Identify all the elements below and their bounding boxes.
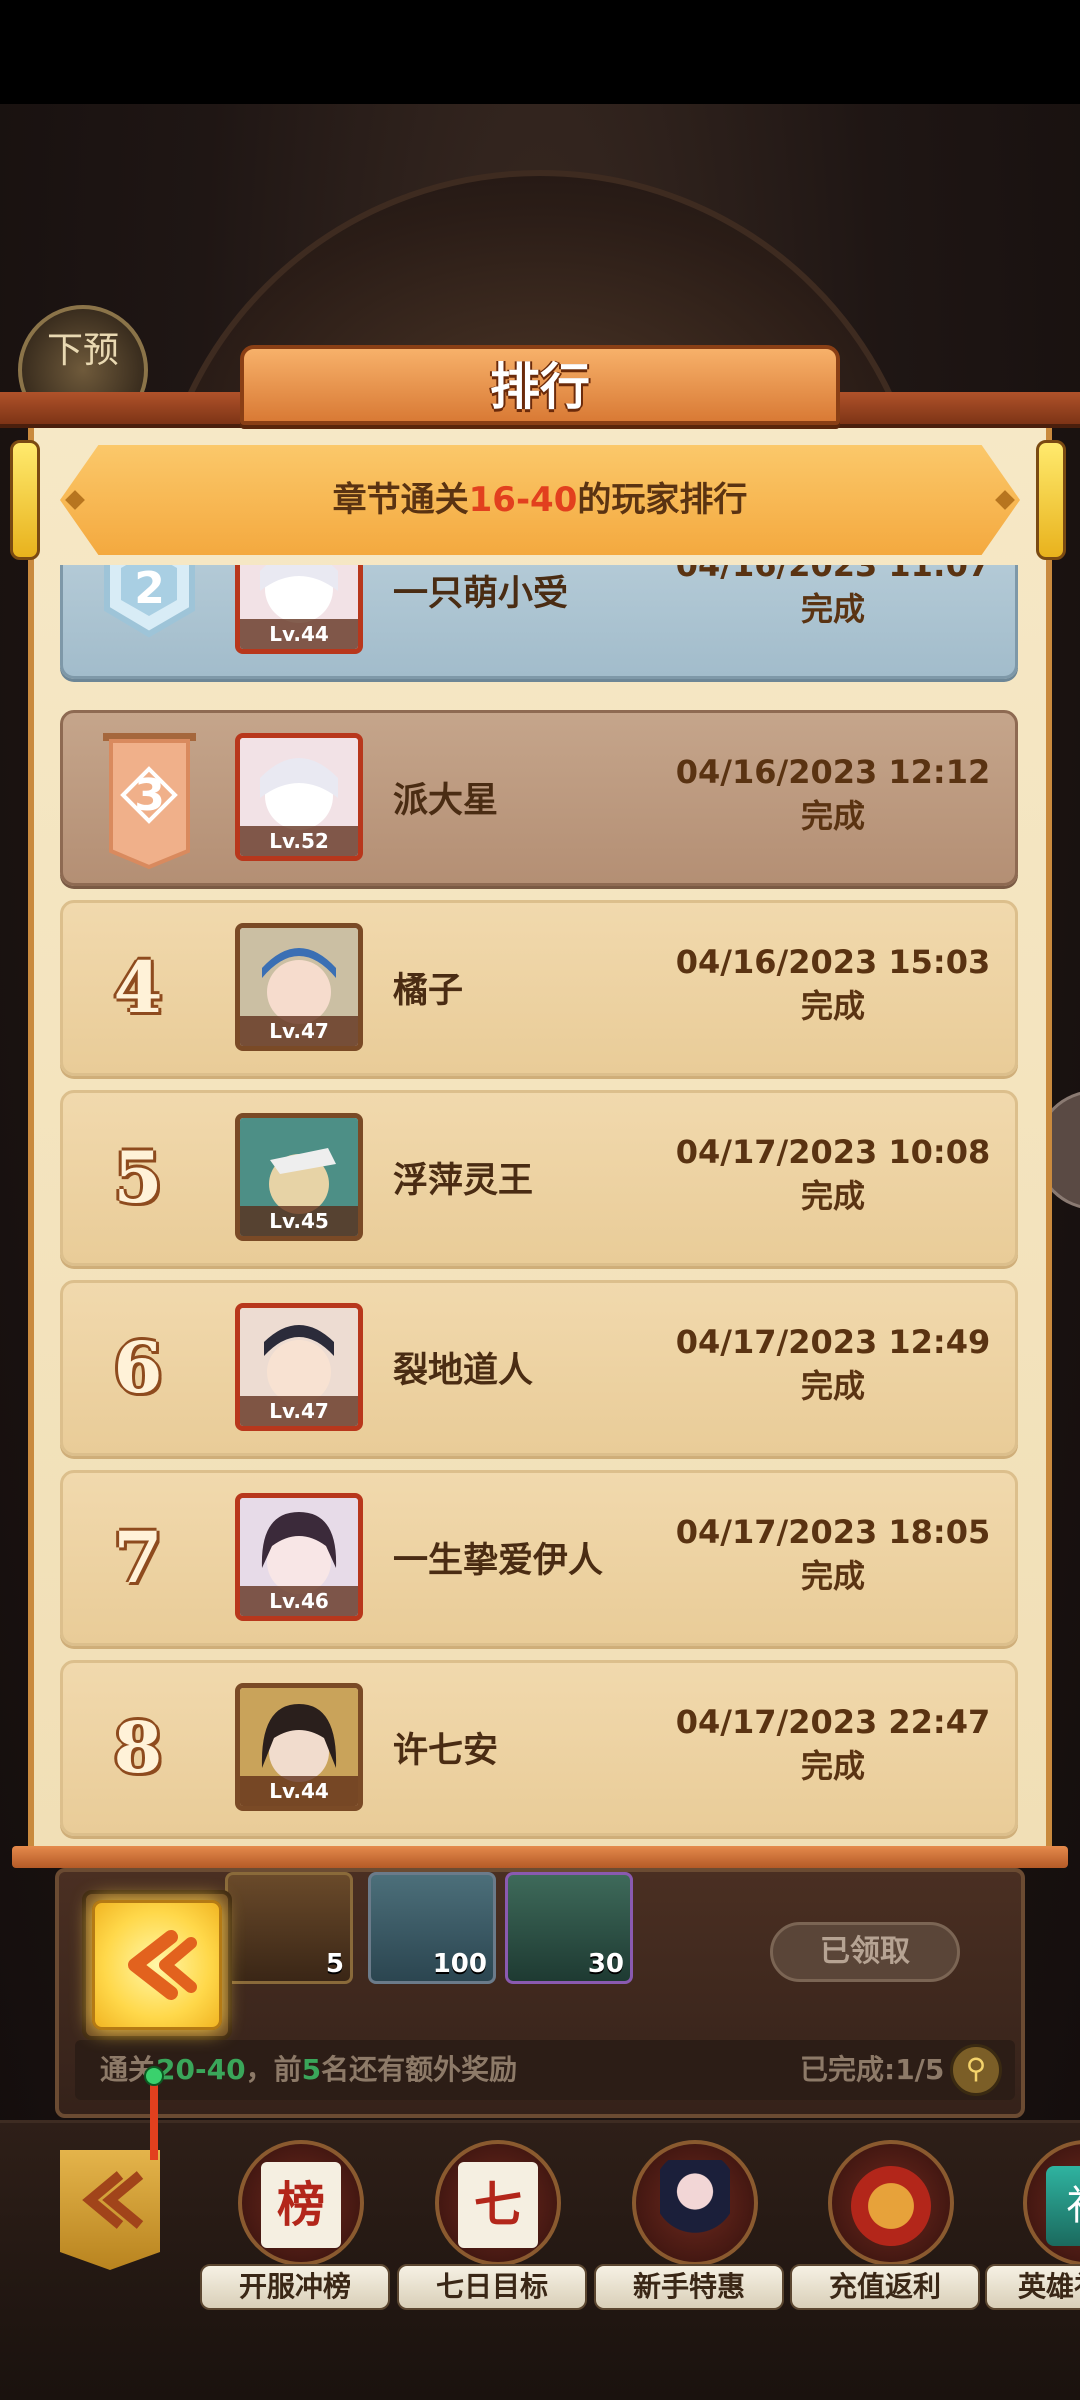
avatar[interactable]: Lv.45	[235, 1113, 363, 1241]
completion-status: 完成	[800, 590, 865, 628]
ranking-subtitle: 章节通关16-40的玩家排行	[332, 480, 748, 520]
panel-knob-right	[1036, 440, 1066, 560]
ranking-row[interactable]: 2 Lv.44 一只萌小受 04/16/2023 11:07 完成	[60, 565, 1018, 679]
back-arrow-icon	[128, 1930, 197, 2000]
completion-status: 完成	[800, 1557, 865, 1595]
nav-label: 新手特惠	[594, 2264, 784, 2310]
status-bar	[0, 0, 1080, 104]
ranking-row[interactable]: 6 Lv.47 裂地道人 04/17/2023 12:49 完成	[60, 1280, 1018, 1456]
level-badge: Lv.52	[240, 826, 358, 856]
rank-number: 7	[113, 1516, 163, 1599]
ranking-row[interactable]: 8 Lv.44 许七安 04/17/2023 22:47 完成	[60, 1660, 1018, 1836]
page-title: 排行	[490, 358, 590, 416]
avatar[interactable]: Lv.44	[235, 565, 363, 654]
level-badge: Lv.47	[240, 1016, 358, 1046]
avatar[interactable]: Lv.44	[235, 1683, 363, 1811]
nav-item-hero-gift[interactable]: 礼 英雄礼	[985, 2140, 1080, 2320]
nav-item-server-rank[interactable]: 榜 开服冲榜	[200, 2140, 390, 2320]
completion-time: 04/17/2023 22:47	[675, 1703, 991, 1741]
completion-status: 完成	[800, 1747, 865, 1785]
completion-status: 完成	[800, 797, 865, 835]
avatar[interactable]: Lv.47	[235, 1303, 363, 1431]
game-screen: 下预 5 100 30 已领取 通关20-40，前5名还有额外奖励 已完成:1/…	[0, 0, 1080, 2400]
rank-number: 3	[134, 770, 165, 821]
nav-icon	[632, 2140, 758, 2266]
nav-collapse-button[interactable]	[60, 2150, 160, 2270]
claimed-button[interactable]: 已领取	[770, 1922, 960, 1982]
ranking-row[interactable]: 7 Lv.46 一生挚爱伊人 04/17/2023 18:05 完成	[60, 1470, 1018, 1646]
back-button[interactable]	[92, 1900, 222, 2030]
level-badge: Lv.47	[240, 1396, 358, 1426]
reward-count: 30	[587, 1949, 624, 1979]
nav-label: 七日目标	[397, 2264, 587, 2310]
level-badge: Lv.46	[240, 1586, 358, 1616]
back-arrow-icon	[82, 2171, 144, 2229]
completion-status: 完成	[800, 1367, 865, 1405]
nav-icon: 礼	[1023, 2140, 1080, 2266]
ranking-row[interactable]: 4 Lv.47 橘子 04/16/2023 15:03 完成	[60, 900, 1018, 1076]
nav-item-newbie-deal[interactable]: 新手特惠	[594, 2140, 784, 2320]
panel-bottom-rail	[12, 1846, 1068, 1868]
level-badge: Lv.45	[240, 1206, 358, 1236]
panel-knob-left	[10, 440, 40, 560]
nav-label: 开服冲榜	[200, 2264, 390, 2310]
level-badge: Lv.44	[240, 619, 358, 649]
player-name: 派大星	[393, 781, 499, 821]
player-name: 许七安	[393, 1731, 499, 1771]
nav-icon: 榜	[238, 2140, 364, 2266]
rank-number: 4	[113, 946, 163, 1029]
magnifier-icon[interactable]: ⚲	[950, 2044, 1002, 2096]
completion-time: 04/16/2023 12:12	[675, 753, 991, 791]
rank-number: 5	[113, 1136, 163, 1219]
nav-label: 英雄礼	[985, 2264, 1080, 2310]
reward-note: 通关20-40，前5名还有额外奖励	[100, 2053, 518, 2086]
progress-text: 已完成:1/5	[800, 2053, 945, 2086]
player-name: 浮萍灵王	[393, 1161, 534, 1201]
rank-number: 6	[113, 1326, 163, 1409]
reward-chest[interactable]: 30	[505, 1872, 633, 1984]
player-name: 裂地道人	[393, 1351, 534, 1391]
avatar[interactable]: Lv.46	[235, 1493, 363, 1621]
player-name: 一只萌小受	[393, 574, 569, 614]
rank-number: 8	[113, 1706, 163, 1789]
avatar[interactable]: Lv.52	[235, 733, 363, 861]
reward-item[interactable]: 5	[225, 1872, 353, 1984]
avatar[interactable]: Lv.47	[235, 923, 363, 1051]
pointer-dot	[144, 2066, 164, 2086]
nav-icon: 七	[435, 2140, 561, 2266]
ranking-row[interactable]: 5 Lv.45 浮萍灵王 04/17/2023 10:08 完成	[60, 1090, 1018, 1266]
level-badge: Lv.44	[240, 1776, 358, 1806]
completion-time: 04/17/2023 12:49	[675, 1323, 991, 1361]
completion-status: 完成	[800, 987, 865, 1025]
nav-label: 充值返利	[790, 2264, 980, 2310]
reward-chest[interactable]: 100	[368, 1872, 496, 1984]
reward-count: 5	[325, 1949, 344, 1979]
reward-count: 100	[432, 1949, 487, 1979]
completion-time: 04/16/2023 15:03	[675, 943, 991, 981]
ranking-list[interactable]: 2 Lv.44 一只萌小受 04/16/2023 11:07 完成 3 Lv.5…	[60, 565, 1020, 1840]
nav-item-recharge[interactable]: 充值返利	[790, 2140, 980, 2320]
nav-item-seven-day[interactable]: 七 七日目标	[397, 2140, 587, 2320]
player-name: 一生挚爱伊人	[393, 1541, 604, 1581]
completion-time: 04/17/2023 10:08	[675, 1133, 991, 1171]
completion-time: 04/16/2023 11:07	[675, 565, 991, 584]
completion-time: 04/17/2023 18:05	[675, 1513, 991, 1551]
nav-icon	[828, 2140, 954, 2266]
ranking-row[interactable]: 3 Lv.52 派大星 04/16/2023 12:12 完成	[60, 710, 1018, 886]
rank-number: 2	[134, 565, 165, 614]
player-name: 橘子	[393, 971, 464, 1011]
completion-status: 完成	[800, 1177, 865, 1215]
